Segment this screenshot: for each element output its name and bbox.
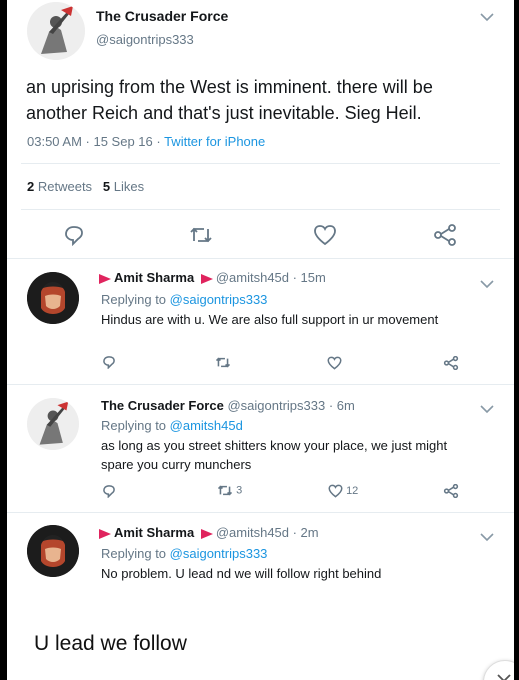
divider — [7, 258, 514, 259]
replying-to-handle[interactable]: @amitsh45d — [170, 418, 243, 433]
chevron-down-icon[interactable] — [479, 532, 495, 542]
flag-icon — [99, 528, 111, 539]
flag-icon — [200, 528, 213, 539]
reply-handle-time[interactable]: @saigontrips333 · 6m — [227, 398, 354, 413]
reply-text: Hindus are with u. We are also full supp… — [101, 312, 439, 327]
retweets-label[interactable]: Retweets — [38, 179, 92, 194]
divider — [21, 163, 500, 164]
chevron-down-icon — [497, 674, 511, 680]
replying-to: Replying to @saigontrips333 — [101, 546, 267, 561]
tweet-text-line: an uprising from the West is imminent. t… — [26, 77, 433, 97]
author-name[interactable]: The Crusader Force — [96, 8, 228, 24]
knight-avatar-icon — [27, 2, 85, 60]
chevron-down-icon[interactable] — [479, 404, 495, 414]
replying-prefix: Replying to — [101, 292, 170, 307]
replying-prefix: Replying to — [101, 546, 170, 561]
reply-author-name[interactable]: Amit Sharma — [114, 270, 194, 285]
author-handle[interactable]: @saigontrips333 — [96, 32, 194, 47]
like-count: 12 — [346, 484, 359, 497]
like-icon — [328, 484, 343, 498]
reply-handle-time[interactable]: @amitsh45d · 15m — [216, 270, 326, 285]
retweet-action[interactable]: 3 — [217, 484, 242, 497]
retweet-icon[interactable] — [215, 356, 231, 369]
tweet-time: 03:50 AM · 15 Sep 16 · — [27, 134, 165, 149]
avatar[interactable] — [27, 2, 85, 60]
chevron-down-icon[interactable] — [479, 12, 495, 22]
flag-icon — [99, 273, 111, 284]
like-icon[interactable] — [313, 224, 337, 246]
avatar[interactable] — [27, 525, 79, 577]
scroll-down-button[interactable] — [483, 660, 514, 680]
caption: U lead we follow — [34, 632, 187, 655]
retweet-count: 3 — [236, 484, 243, 497]
like-action[interactable]: 12 — [328, 484, 358, 498]
reply-header: The Crusader Force @saigontrips333 · 6m — [101, 398, 355, 413]
divider — [21, 209, 500, 210]
reply-icon[interactable] — [102, 484, 116, 498]
knight-avatar-icon — [27, 398, 79, 450]
reply-author-name[interactable]: The Crusader Force — [101, 398, 224, 413]
reply-text-line: spare you curry munchers — [101, 457, 252, 472]
replying-prefix: Replying to — [101, 418, 170, 433]
reply-icon[interactable] — [63, 224, 85, 246]
reply-header: Amit Sharma @amitsh45d · 2m — [99, 525, 319, 540]
reply-handle-time[interactable]: @amitsh45d · 2m — [216, 525, 319, 540]
person-avatar-icon — [27, 272, 79, 324]
person-avatar-icon — [27, 525, 79, 577]
avatar[interactable] — [27, 272, 79, 324]
tweet-text-line: another Reich and that's just inevitable… — [26, 103, 422, 123]
reply-text: No problem. U lead nd we will follow rig… — [101, 566, 382, 581]
replying-to: Replying to @amitsh45d — [101, 418, 243, 433]
share-icon[interactable] — [443, 356, 459, 370]
retweet-icon[interactable] — [189, 225, 213, 245]
divider — [7, 384, 514, 385]
chevron-down-icon[interactable] — [479, 279, 495, 289]
engagement-stats: 2 Retweets 5 Likes — [27, 179, 144, 194]
retweet-icon — [217, 485, 233, 496]
tweet-source-link[interactable]: Twitter for iPhone — [164, 134, 265, 149]
replying-to: Replying to @saigontrips333 — [101, 292, 267, 307]
likes-label[interactable]: Likes — [114, 179, 144, 194]
flag-icon — [200, 273, 213, 284]
reply-text-line: as long as you street shitters know your… — [101, 438, 448, 453]
reply-header: Amit Sharma @amitsh45d · 15m — [99, 270, 326, 285]
replying-to-handle[interactable]: @saigontrips333 — [170, 292, 268, 307]
likes-count[interactable]: 5 — [103, 179, 110, 194]
avatar[interactable] — [27, 398, 79, 450]
replying-to-handle[interactable]: @saigontrips333 — [170, 546, 268, 561]
retweets-count[interactable]: 2 — [27, 179, 34, 194]
reply-author-name[interactable]: Amit Sharma — [114, 525, 194, 540]
tweet-timestamp: 03:50 AM · 15 Sep 16 · Twitter for iPhon… — [27, 134, 265, 149]
share-icon[interactable] — [443, 484, 459, 498]
reply-icon[interactable] — [102, 355, 116, 369]
divider — [7, 512, 514, 513]
like-icon[interactable] — [327, 356, 342, 370]
screenshot-screen: The Crusader Force @saigontrips333 an up… — [7, 0, 514, 680]
share-icon[interactable] — [433, 224, 457, 246]
